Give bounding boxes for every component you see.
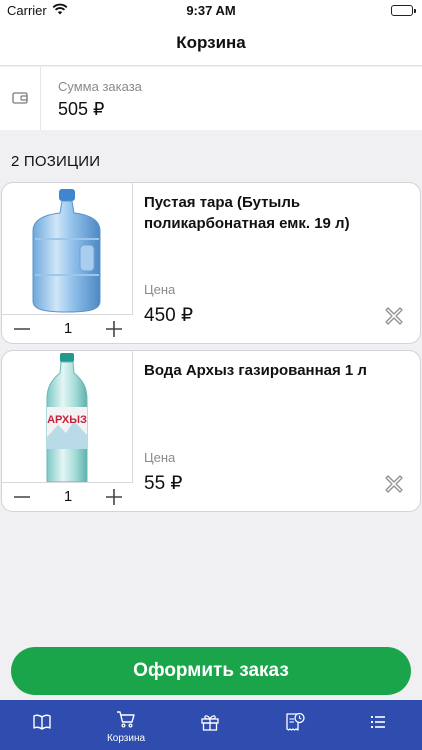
price-label: Цена (144, 450, 176, 465)
status-bar: Carrier 9:37 AM (0, 0, 422, 22)
quantity-value: 1 (63, 320, 73, 337)
wallet-icon (12, 92, 28, 104)
summary-icon-cell (0, 67, 41, 130)
order-total-label: Сумма заказа (58, 79, 142, 94)
product-name: Пустая тара (Бутыль поликарбонатная емк.… (144, 194, 350, 232)
remove-item-icon[interactable] (384, 306, 404, 326)
order-total-value: 505 ₽ (58, 99, 105, 119)
product-name: Вода Архыз газированная 1 л (144, 362, 367, 379)
decrease-quantity-button[interactable] (10, 318, 34, 340)
navigation-bar: Корзина (0, 22, 422, 66)
arkhyz-bottle-image: АРХЫЗ (46, 353, 88, 483)
remove-item-icon[interactable] (384, 474, 404, 494)
order-summary: Сумма заказа 505 ₽ (0, 67, 422, 130)
tab-menu[interactable] (336, 700, 420, 750)
increase-quantity-button[interactable] (102, 318, 126, 340)
price-label: Цена (144, 282, 176, 297)
clock: 9:37 AM (186, 3, 236, 18)
gift-icon (201, 715, 219, 731)
cart-item: АРХЫЗ 1 Вода Архыз газированная 1 л Цена… (1, 350, 421, 512)
tab-order-history[interactable] (252, 700, 336, 750)
cart-icon (117, 711, 135, 728)
tab-catalog[interactable] (0, 700, 84, 750)
cart-item: 1 Пустая тара (Бутыль поликарбонатная ем… (1, 182, 421, 344)
tab-cart[interactable]: Корзина (84, 700, 168, 750)
increase-quantity-button[interactable] (102, 486, 126, 508)
order-history-icon (286, 712, 305, 731)
menu-list-icon (371, 716, 385, 728)
product-price: 450 ₽ (144, 305, 194, 326)
product-price: 55 ₽ (144, 473, 183, 494)
quantity-stepper: 1 (2, 314, 133, 343)
tab-cart-label: Корзина (106, 733, 146, 744)
quantity-value: 1 (63, 488, 73, 505)
items-count-heading: 2 ПОЗИЦИИ (11, 153, 101, 170)
water-bottle-19l-image (32, 189, 101, 313)
page-title: Корзина (176, 33, 246, 52)
arkhyz-brand-text: АРХЫЗ (47, 414, 87, 426)
catalog-book-icon (33, 714, 51, 730)
decrease-quantity-button[interactable] (10, 486, 34, 508)
tab-bar: Корзина (0, 700, 422, 750)
tab-gifts[interactable] (168, 700, 252, 750)
battery-icon (391, 5, 416, 16)
quantity-stepper: 1 (2, 482, 133, 511)
checkout-button[interactable]: Оформить заказ (11, 647, 411, 695)
